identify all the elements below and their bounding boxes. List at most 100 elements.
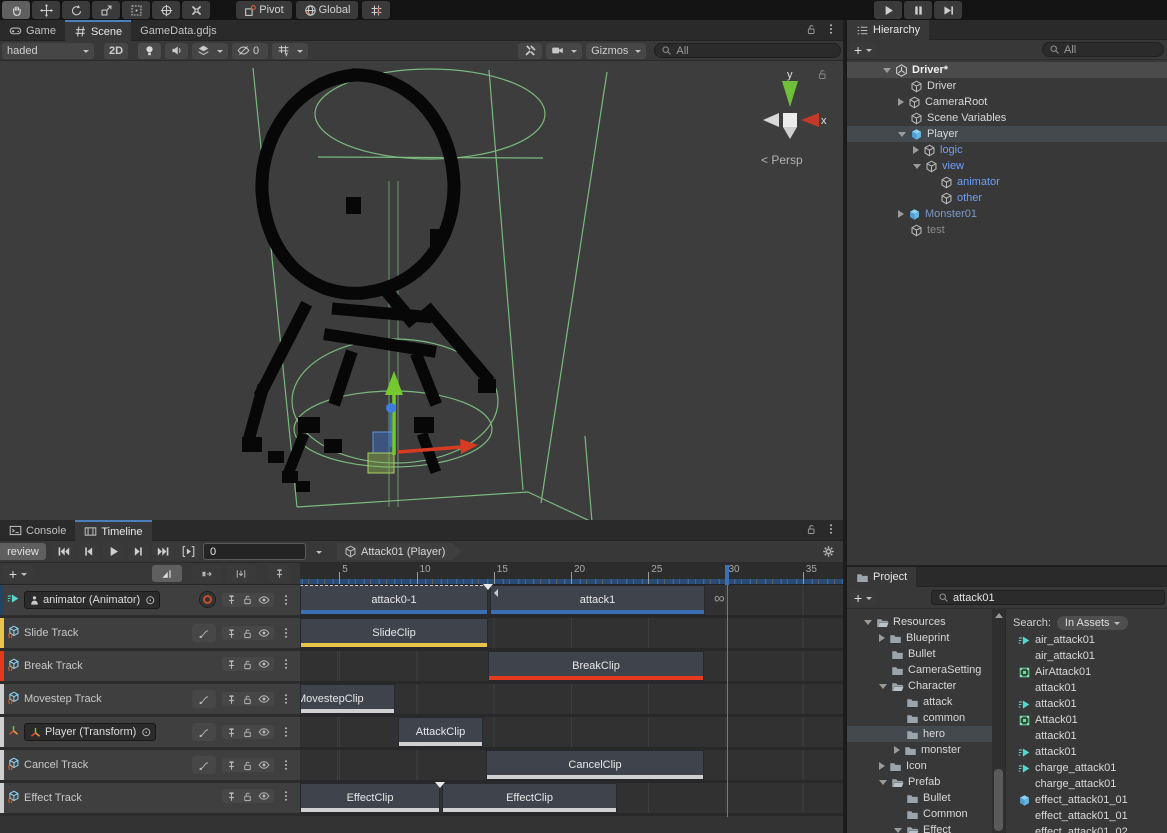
foldout-arrow[interactable]: [898, 132, 906, 137]
curves-toggle-button[interactable]: [192, 690, 216, 708]
view-tab-gamedata-gdjs[interactable]: GameData.gdjs: [131, 20, 225, 41]
track-header-player-transform-[interactable]: Player (Transform)⊙: [0, 717, 300, 747]
pin-icon[interactable]: [226, 628, 237, 639]
track-header-slide-track[interactable]: {}Slide Track: [0, 618, 300, 648]
tab-project[interactable]: Project: [847, 567, 916, 587]
panel-menu-icon[interactable]: [825, 23, 837, 35]
step-button[interactable]: [934, 1, 962, 19]
move-tool[interactable]: [32, 1, 60, 19]
foldout-arrow[interactable]: [894, 746, 900, 754]
scene-search-input[interactable]: [676, 45, 834, 57]
project-tree-scrollbar[interactable]: [992, 609, 1005, 833]
curves-toggle-button[interactable]: [192, 723, 216, 741]
curves-toggle-button[interactable]: [192, 756, 216, 774]
add-track-button[interactable]: +: [3, 565, 33, 582]
lock-icon[interactable]: [242, 594, 253, 605]
scene-lighting-toggle[interactable]: [138, 43, 161, 59]
lock-icon[interactable]: [242, 694, 253, 705]
pivot-toggle-button[interactable]: Pivot: [236, 1, 292, 19]
clip-lane-1[interactable]: SlideClip: [300, 618, 843, 648]
tab-console[interactable]: Console: [0, 520, 75, 541]
hand-tool[interactable]: [2, 1, 30, 19]
track-menu-icon[interactable]: [280, 759, 292, 771]
mute-eye-icon[interactable]: [258, 627, 270, 639]
project-search-input[interactable]: [953, 592, 1158, 604]
track-menu-icon[interactable]: [280, 693, 292, 705]
marker-toggle-button[interactable]: [268, 565, 290, 582]
result-item-effect_attack01_02[interactable]: effect_attack01_02: [1006, 824, 1167, 833]
foldout-arrow[interactable]: [894, 828, 902, 833]
replace-mode-button[interactable]: [226, 565, 256, 582]
lock-icon[interactable]: [242, 760, 253, 771]
project-folder-character[interactable]: Character: [847, 678, 1005, 694]
curves-toggle-button[interactable]: [192, 624, 216, 642]
project-folder-common[interactable]: common: [847, 710, 1005, 726]
project-folder-bullet[interactable]: Bullet: [847, 790, 1005, 806]
transport-skip-start-button[interactable]: [52, 543, 75, 560]
mute-eye-icon[interactable]: [258, 790, 270, 802]
foldout-arrow[interactable]: [898, 210, 904, 218]
foldout-arrow[interactable]: [864, 620, 872, 625]
track-binding-field[interactable]: Player (Transform)⊙: [24, 723, 156, 741]
project-search[interactable]: [931, 590, 1165, 605]
grid-visibility-dropdown[interactable]: [272, 43, 308, 59]
result-item-air_attack01[interactable]: air_attack01: [1006, 648, 1167, 664]
tab-timeline[interactable]: Timeline: [75, 520, 151, 541]
result-item-attack01[interactable]: Attack01: [1006, 712, 1167, 728]
lock-icon[interactable]: [242, 791, 253, 802]
hierarchy-item-view[interactable]: view: [847, 158, 1167, 174]
panel-lock-icon[interactable]: [805, 523, 817, 535]
clip-breakclip[interactable]: BreakClip: [488, 651, 704, 681]
foldout-arrow[interactable]: [883, 68, 891, 73]
result-item-attack01[interactable]: attack01: [1006, 696, 1167, 712]
result-item-attack01[interactable]: attack01: [1006, 728, 1167, 744]
scene-tools-button[interactable]: [518, 43, 542, 59]
clip-cancelclip[interactable]: CancelClip: [486, 750, 704, 780]
transport-skip-end-button[interactable]: [152, 543, 175, 560]
scene-audio-toggle[interactable]: [165, 43, 188, 59]
timeline-breadcrumb[interactable]: Attack01 (Player): [337, 543, 461, 560]
track-menu-icon[interactable]: [280, 627, 292, 639]
lock-icon[interactable]: [242, 628, 253, 639]
hierarchy-item-monster01[interactable]: Monster01: [847, 206, 1167, 222]
clip-attackclip[interactable]: AttackClip: [398, 717, 483, 747]
track-header-break-track[interactable]: {}Break Track: [0, 651, 300, 681]
current-frame-field[interactable]: [203, 543, 306, 560]
clip-movestepclip[interactable]: MovestepClip: [300, 684, 395, 714]
timeline-ruler[interactable]: 5101520253035: [300, 563, 843, 585]
scrollbar-thumb[interactable]: [994, 769, 1003, 831]
result-item-airattack01[interactable]: AirAttack01: [1006, 664, 1167, 680]
scene-fx-dropdown[interactable]: [192, 43, 228, 59]
clip-lane-3[interactable]: MovestepClip: [300, 684, 843, 714]
mix-mode-button[interactable]: [152, 565, 182, 582]
pin-icon[interactable]: [226, 760, 237, 771]
pin-icon[interactable]: [226, 694, 237, 705]
global-toggle-button[interactable]: Global: [296, 1, 358, 19]
foldout-arrow[interactable]: [879, 684, 887, 689]
project-folder-monster[interactable]: monster: [847, 742, 1005, 758]
track-menu-icon[interactable]: [280, 594, 292, 606]
timeline-end-marker[interactable]: [725, 565, 729, 585]
project-folder-attack[interactable]: attack: [847, 694, 1005, 710]
foldout-arrow[interactable]: [898, 98, 904, 106]
clip-lane-6[interactable]: EffectClipEffectClip: [300, 783, 843, 813]
hierarchy-create-button[interactable]: +: [850, 42, 876, 58]
project-folder-effect[interactable]: Effect: [847, 822, 1005, 833]
track-binding-field[interactable]: animator (Animator)⊙: [24, 591, 160, 609]
track-header-animator-animator-[interactable]: animator (Animator)⊙: [0, 585, 300, 615]
track-header-cancel-track[interactable]: {}Cancel Track: [0, 750, 300, 780]
project-folder-hero[interactable]: hero: [847, 726, 1005, 742]
lock-icon[interactable]: [242, 727, 253, 738]
hierarchy-item-logic[interactable]: logic: [847, 142, 1167, 158]
foldout-arrow[interactable]: [879, 634, 885, 642]
record-button[interactable]: [199, 591, 216, 608]
mute-eye-icon[interactable]: [258, 594, 270, 606]
track-header-effect-track[interactable]: {}Effect Track: [0, 783, 300, 813]
lock-icon[interactable]: [242, 659, 253, 670]
pin-icon[interactable]: [226, 659, 237, 670]
mute-eye-icon[interactable]: [258, 693, 270, 705]
project-folder-blueprint[interactable]: Blueprint: [847, 630, 1005, 646]
foldout-arrow[interactable]: [879, 762, 885, 770]
timeline-settings-gear[interactable]: [817, 543, 839, 560]
clip-attack0-1[interactable]: attack0-1: [300, 585, 488, 615]
